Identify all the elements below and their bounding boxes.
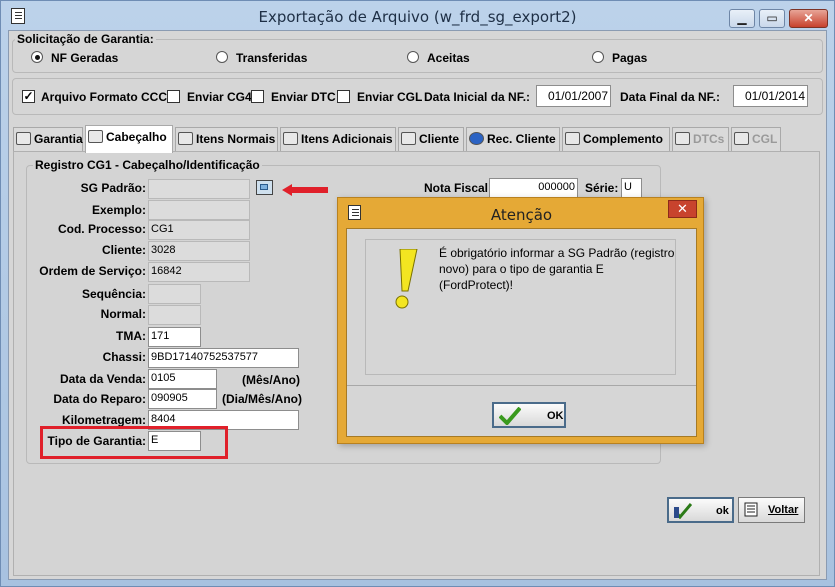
- dialog-check-icon: [499, 407, 521, 425]
- normal-input[interactable]: [148, 305, 201, 325]
- exemplo-label: Exemplo:: [91, 203, 146, 217]
- tab-itens-adicionais[interactable]: Itens Adicionais: [280, 127, 396, 151]
- chassi-label: Chassi:: [102, 350, 146, 364]
- data-venda-input[interactable]: 0105: [148, 369, 217, 389]
- radio-transferidas[interactable]: [216, 51, 228, 63]
- dialog-message: É obrigatório informar a SG Padrão (regi…: [439, 246, 675, 292]
- radio-aceitas[interactable]: [407, 51, 419, 63]
- radio-nf-geradas[interactable]: [31, 51, 43, 63]
- sg-padrao-lookup-icon[interactable]: [256, 180, 273, 195]
- voltar-icon: [744, 502, 758, 517]
- ok-button[interactable]: ok: [667, 497, 734, 523]
- nota-fiscal-input[interactable]: 000000: [489, 178, 578, 198]
- tab-dtcs[interactable]: DTCs: [672, 127, 729, 151]
- data-inicial-input[interactable]: 01/01/2007: [536, 85, 611, 107]
- dialog-title: Atenção: [490, 206, 553, 224]
- red-arrow-annotation: [282, 184, 328, 196]
- complemento-icon: [565, 132, 580, 145]
- cliente-icon: [401, 132, 416, 145]
- tab-cabecalho[interactable]: Cabeçalho: [85, 125, 173, 153]
- dtcs-icon: [675, 132, 690, 145]
- cliente-label: Cliente:: [101, 243, 146, 257]
- sg-padrao-input[interactable]: [148, 179, 250, 199]
- enviar-cgl-label[interactable]: Enviar CGL: [357, 90, 422, 104]
- cliente-input[interactable]: 3028: [148, 241, 250, 261]
- registro-group-title: Registro CG1 - Cabeçalho/Identificação: [33, 158, 262, 172]
- itens-adicionais-icon: [283, 132, 298, 145]
- tab-itens-normais[interactable]: Itens Normais: [175, 127, 278, 151]
- tab-complemento[interactable]: Complemento: [562, 127, 670, 151]
- cod-processo-label: Cod. Processo:: [57, 222, 146, 236]
- data-venda-hint: (Mês/Ano): [242, 373, 300, 387]
- data-reparo-label: Data do Reparo:: [53, 392, 146, 406]
- normal-label: Normal:: [100, 307, 146, 321]
- enviar-cgl-checkbox[interactable]: [337, 90, 350, 103]
- window-title: Exportação de Arquivo (w_frd_sg_export2): [258, 8, 577, 26]
- radio-pagas-label[interactable]: Pagas: [612, 51, 647, 65]
- ordem-servico-label: Ordem de Serviço:: [39, 264, 146, 278]
- sg-padrao-label: SG Padrão:: [80, 181, 146, 195]
- enviar-cg4-label[interactable]: Enviar CG4: [187, 90, 252, 104]
- data-reparo-hint: (Dia/Mês/Ano): [222, 392, 303, 406]
- sequencia-label: Sequência:: [81, 287, 146, 301]
- cabecalho-icon: [88, 130, 103, 143]
- exclamation-icon: [395, 249, 418, 309]
- dialog-ok-button[interactable]: OK: [492, 402, 566, 428]
- radio-aceitas-label[interactable]: Aceitas: [427, 51, 470, 65]
- enviar-dtc-label[interactable]: Enviar DTC: [271, 90, 336, 104]
- data-final-label: Data Final da NF.:: [620, 90, 721, 104]
- radio-pagas[interactable]: [592, 51, 604, 63]
- atencao-dialog[interactable]: Atenção ✕ É obrigatório informar a SG Pa…: [337, 197, 704, 444]
- close-button[interactable]: ✕: [789, 9, 828, 28]
- tipo-garantia-highlight-box: [40, 426, 228, 459]
- tma-label: TMA:: [116, 329, 146, 343]
- enviar-cg4-checkbox[interactable]: [167, 90, 180, 103]
- tab-garantia[interactable]: Garantia: [13, 127, 83, 151]
- data-inicial-label: Data Inicial da NF.:: [424, 90, 531, 104]
- nota-fiscal-label: Nota Fiscal:: [424, 181, 493, 195]
- radio-transferidas-label[interactable]: Transferidas: [236, 51, 307, 65]
- solicitacao-label: Solicitação de Garantia:: [15, 32, 156, 46]
- title-bar[interactable]: Exportação de Arquivo (w_frd_sg_export2)…: [0, 0, 835, 30]
- tab-cliente[interactable]: Cliente: [398, 127, 464, 151]
- itens-normais-icon: [178, 132, 193, 145]
- garantia-icon: [16, 132, 31, 145]
- dialog-close-button[interactable]: ✕: [668, 200, 697, 218]
- voltar-button[interactable]: Voltar: [738, 497, 805, 523]
- serie-input[interactable]: U: [621, 178, 642, 198]
- data-venda-label: Data da Venda:: [59, 372, 146, 386]
- chassi-input[interactable]: 9BD17140752537577: [148, 348, 299, 368]
- radio-nf-geradas-label[interactable]: NF Geradas: [51, 51, 118, 65]
- dialog-separator: [347, 385, 696, 386]
- minimize-button[interactable]: ▁: [729, 9, 755, 28]
- data-final-input[interactable]: 01/01/2014: [733, 85, 808, 107]
- tab-rec-cliente[interactable]: Rec. Cliente: [466, 127, 560, 151]
- tab-cgl[interactable]: CGL: [731, 127, 781, 151]
- cgl-icon: [734, 132, 749, 145]
- data-reparo-input[interactable]: 090905: [148, 389, 217, 409]
- arquivo-ccc-label[interactable]: Arquivo Formato CCC: [41, 90, 167, 104]
- enviar-dtc-checkbox[interactable]: [251, 90, 264, 103]
- tma-input[interactable]: 171: [148, 327, 201, 347]
- cod-processo-input[interactable]: CG1: [148, 220, 250, 240]
- exemplo-input[interactable]: [148, 200, 250, 220]
- ordem-servico-input[interactable]: 16842: [148, 262, 250, 282]
- maximize-button[interactable]: ▭: [759, 9, 785, 28]
- kilometragem-label: Kilometragem:: [61, 413, 146, 427]
- check-icon: [674, 503, 692, 519]
- arquivo-ccc-checkbox[interactable]: ✓: [22, 90, 35, 103]
- sequencia-input[interactable]: [148, 284, 201, 304]
- info-icon: [469, 132, 484, 145]
- dialog-body: É obrigatório informar a SG Padrão (regi…: [346, 228, 697, 437]
- serie-label: Série:: [585, 181, 619, 195]
